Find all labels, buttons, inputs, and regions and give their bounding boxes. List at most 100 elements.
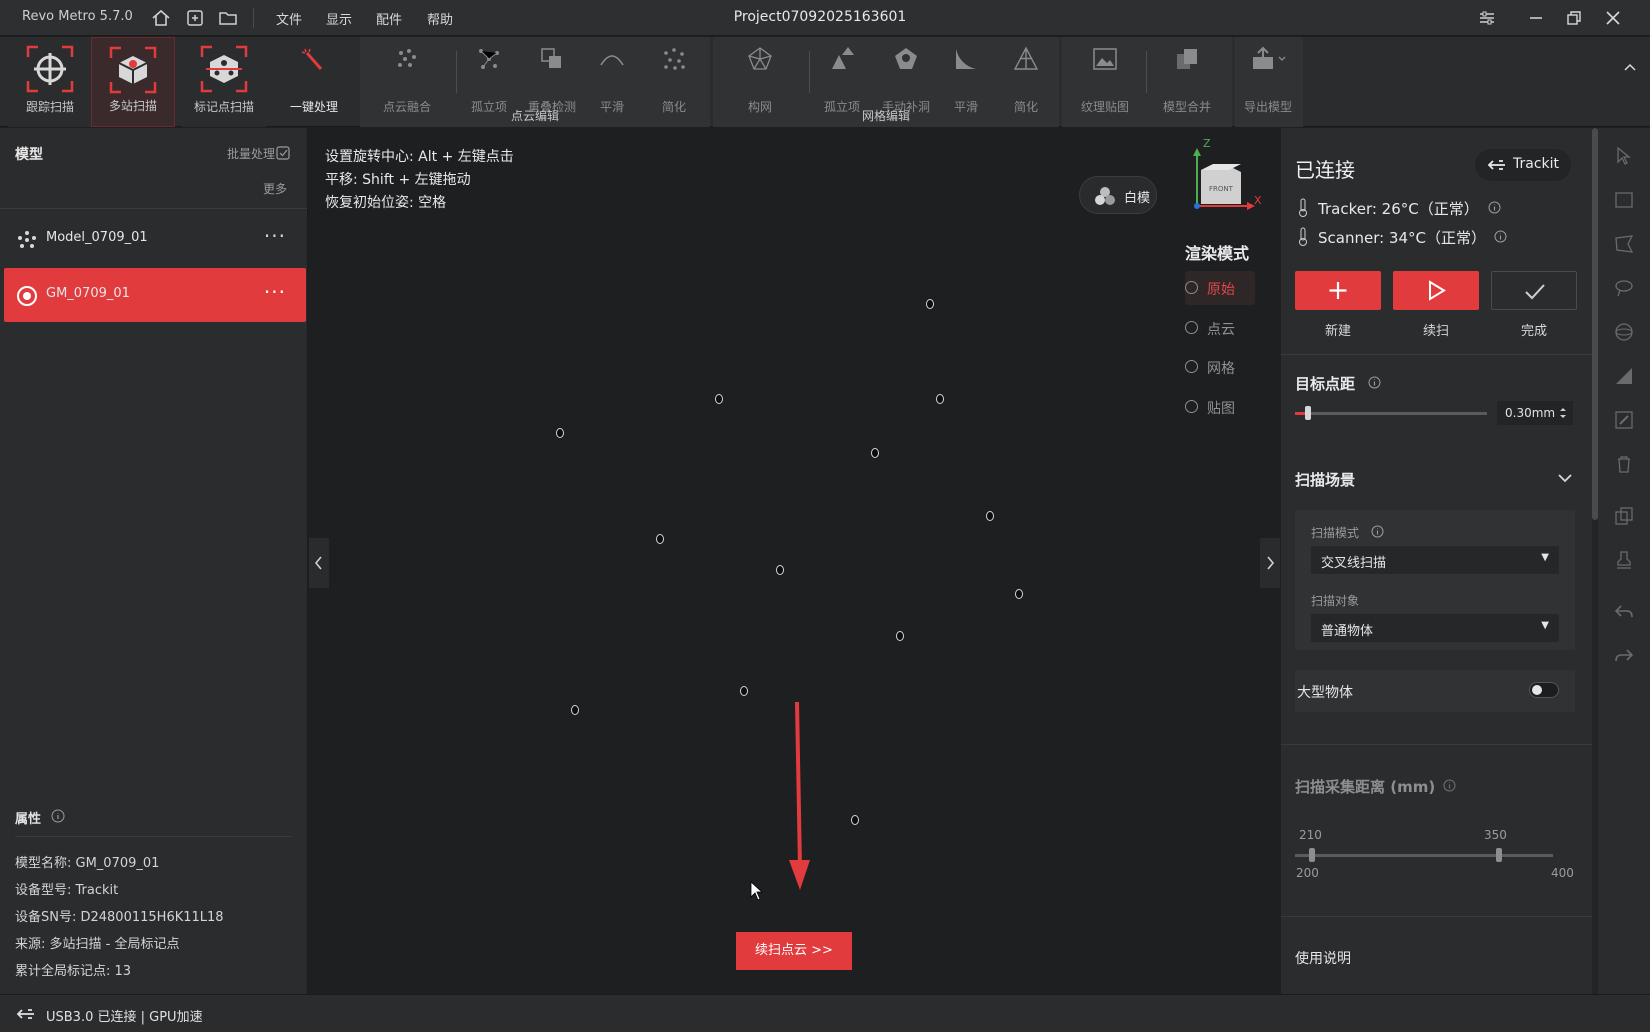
rect-select-icon[interactable] [1612, 188, 1636, 212]
info-icon[interactable] [51, 809, 65, 827]
stamp-icon[interactable] [1612, 548, 1636, 572]
distance-max-handle[interactable] [1496, 848, 1502, 862]
scan-object-value: 普通物体 [1321, 624, 1374, 639]
model-panel: 模型 批量处理 更多 Model_0709_01 ··· GM_0709_01 … [0, 128, 308, 994]
mesh-isolated-icon [832, 47, 854, 69]
scan-scene-box: 扫描模式 交叉线扫描 ▼ 扫描对象 普通物体 ▼ [1295, 510, 1575, 650]
collapse-left-panel[interactable] [309, 538, 329, 588]
play-icon [1429, 280, 1446, 301]
spheres-icon [1095, 187, 1115, 205]
large-object-toggle[interactable] [1529, 682, 1559, 698]
info-icon[interactable] [1494, 230, 1507, 247]
model-merge-button[interactable]: 模型合并 [1154, 37, 1220, 127]
plane-select-icon[interactable] [1612, 364, 1636, 388]
model-list-item-selected[interactable]: GM_0709_01 ··· [4, 268, 306, 322]
radio-button [1185, 400, 1198, 413]
scan-control-panel: 已连接 Trackit Tracker: 26°C（正常） Scanner: 3… [1281, 128, 1592, 994]
menu-accessories[interactable]: 配件 [376, 9, 402, 28]
item-options-button[interactable]: ··· [264, 280, 286, 304]
collapse-right-panel[interactable] [1260, 538, 1280, 588]
batch-check-icon[interactable] [276, 145, 291, 164]
render-option-texture[interactable]: 贴图 [1185, 390, 1255, 424]
marker-scan-label: 标记点扫描 [193, 100, 254, 114]
one-click-process-button[interactable]: 一键处理 [272, 37, 356, 127]
distance-min-value: 200 [1296, 866, 1319, 880]
delete-icon[interactable] [1612, 452, 1636, 476]
tracking-scan-button[interactable]: 跟踪扫描 [8, 37, 92, 127]
slider-handle[interactable] [1305, 406, 1311, 420]
lasso-select-icon[interactable] [1612, 276, 1636, 300]
multi-station-scan-button[interactable]: 多站扫描 [91, 37, 175, 127]
info-icon[interactable] [1443, 779, 1456, 796]
target-spacing-input[interactable]: 0.30mm [1497, 401, 1573, 425]
spinner-icon[interactable] [1558, 406, 1568, 420]
device-name: Trackit [1513, 156, 1560, 172]
info-icon[interactable] [1488, 201, 1501, 218]
export-model-button[interactable]: 导出模型 [1235, 37, 1301, 127]
continue-scan-button[interactable] [1393, 271, 1479, 310]
scan-scene-title: 扫描场景 [1295, 471, 1356, 489]
continue-pointcloud-button[interactable]: 续扫点云 >> [736, 932, 852, 970]
marker-scan-button[interactable]: 标记点扫描 [182, 37, 266, 127]
point-cloud-icon [16, 229, 38, 251]
toolbar-divider [456, 51, 457, 93]
target-marker-icon [16, 285, 38, 307]
undo-icon[interactable] [1612, 600, 1636, 624]
texture-map-button[interactable]: 纹理贴图 [1074, 37, 1136, 127]
thermometer-icon [1297, 198, 1309, 222]
render-option-mesh[interactable]: 网格 [1185, 350, 1255, 384]
minimize-button[interactable] [1524, 6, 1548, 30]
scan-object-label: 扫描对象 [1311, 594, 1360, 608]
settings-sliders-icon[interactable] [1475, 6, 1499, 30]
plus-icon [1329, 282, 1347, 299]
render-option-pointcloud[interactable]: 点云 [1185, 311, 1255, 345]
more-button[interactable]: 更多 [263, 180, 287, 197]
model-list-item[interactable]: Model_0709_01 ··· [4, 212, 306, 266]
white-model-label: 白模 [1124, 191, 1151, 206]
restore-button[interactable] [1562, 6, 1586, 30]
continue-label: 续扫 [1422, 324, 1449, 339]
global-marker [896, 631, 904, 641]
brush-select-icon[interactable] [1612, 408, 1636, 432]
scan-mode-value: 交叉线扫描 [1321, 556, 1387, 571]
collapse-toolbar-icon[interactable] [1622, 59, 1638, 79]
select-cursor-icon[interactable] [1612, 144, 1636, 168]
new-scan-button[interactable] [1295, 271, 1381, 310]
scan-object-select[interactable]: 普通物体 ▼ [1311, 614, 1559, 642]
menu-file[interactable]: 文件 [276, 9, 302, 28]
polygon-select-icon[interactable] [1612, 232, 1636, 256]
orientation-gizmo[interactable]: Z X FRONT [1181, 138, 1261, 218]
copy-icon[interactable] [1612, 504, 1636, 528]
render-option-original[interactable]: 原始 [1185, 271, 1255, 305]
model-merge-icon [1177, 49, 1197, 69]
close-button[interactable] [1601, 6, 1625, 30]
hint-reset-pose: 恢复初始位姿: 空格 [325, 195, 447, 211]
prop-source: 来源: 多站扫描 - 全局标记点 [15, 937, 180, 952]
open-folder-icon[interactable] [217, 7, 239, 29]
sphere-select-icon[interactable] [1612, 320, 1636, 344]
menu-display[interactable]: 显示 [326, 9, 352, 28]
white-model-toggle[interactable]: 白模 [1079, 176, 1157, 214]
home-icon[interactable] [150, 7, 172, 29]
batch-process-button[interactable]: 批量处理 [227, 145, 275, 162]
new-project-icon[interactable] [184, 7, 206, 29]
chevron-down-icon[interactable] [1557, 471, 1573, 489]
prop-marker-count: 累计全局标记点: 13 [15, 964, 132, 979]
info-icon[interactable] [1371, 525, 1384, 542]
3d-viewport[interactable]: 设置旋转中心: Alt + 左键点击 平移: Shift + 左键拖动 恢复初始… [309, 128, 1280, 994]
info-icon[interactable] [1368, 376, 1381, 393]
scanner-temperature: Scanner: 34°C（正常） [1318, 229, 1486, 247]
distance-min-handle[interactable] [1309, 848, 1315, 862]
device-trackit-button[interactable]: Trackit [1475, 149, 1571, 181]
status-bar: USB3.0 已连接 | GPU加速 [0, 994, 1650, 1032]
scan-distance-slider[interactable] [1295, 854, 1553, 857]
global-marker [871, 448, 879, 458]
finish-button[interactable] [1491, 271, 1577, 310]
global-marker [851, 815, 859, 825]
usage-guide-link[interactable]: 使用说明 [1295, 948, 1351, 968]
scan-mode-select[interactable]: 交叉线扫描 ▼ [1311, 546, 1559, 574]
target-spacing-slider[interactable] [1295, 412, 1487, 415]
redo-icon[interactable] [1612, 644, 1636, 668]
item-options-button[interactable]: ··· [264, 224, 286, 248]
menu-help[interactable]: 帮助 [427, 9, 453, 28]
